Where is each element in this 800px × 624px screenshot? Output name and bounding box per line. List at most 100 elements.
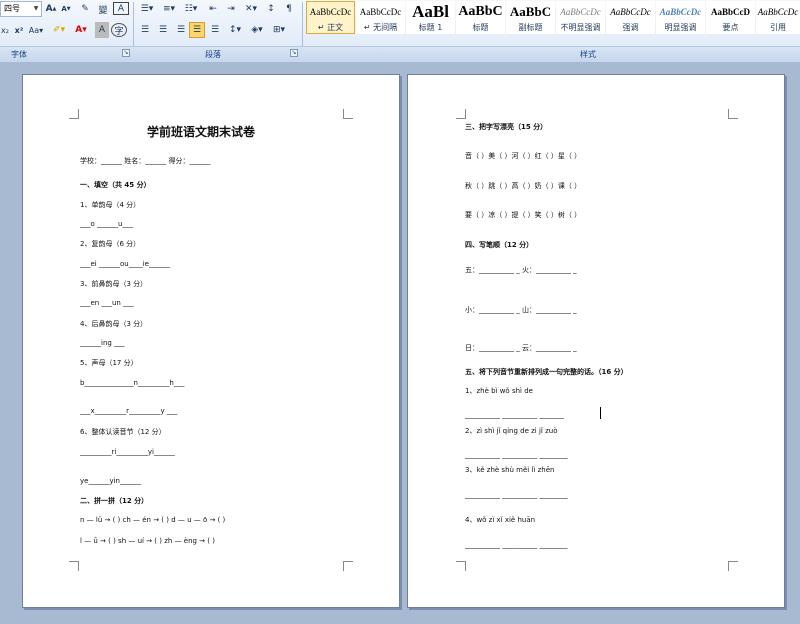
style-quote[interactable]: AaBbCcDc 引用 (756, 1, 800, 34)
style-name: 副标题 (518, 23, 543, 32)
style-sample: AaBbCcD (710, 7, 750, 17)
margin-mark (456, 561, 466, 571)
chevron-down-icon[interactable]: ▼ (31, 2, 41, 16)
question-line: 6、整体认读音节（12 分） (80, 428, 166, 436)
superscript-icon[interactable]: x² (12, 22, 26, 38)
chinese-layout-icon[interactable]: ✕▾ (241, 1, 261, 17)
distributed-icon[interactable]: ☰ (207, 22, 223, 38)
page-2[interactable]: 三、把字写漂亮（15 分） 音（ ）美（ ）河（ ）红（ ）星（ ） 秋（ ）跳… (407, 74, 785, 608)
section-heading: 二、拼一拼（12 分） (80, 497, 149, 505)
pinyin-line: 4、wǒ zì xǐ xiě huān (465, 516, 536, 524)
style-heading-1[interactable]: AaBl 标题 1 (406, 1, 455, 34)
style-no-spacing[interactable]: AaBbCcDc ↵ 无间隔 (356, 1, 405, 34)
style-sample: AaBbCcDc (309, 7, 352, 17)
margin-mark (456, 109, 466, 119)
change-case-icon[interactable]: Aa▾ (27, 22, 45, 38)
question-line: 1、单韵母（4 分） (80, 201, 141, 209)
style-sample: AaBbCcDc (359, 7, 402, 17)
answer-line: ___x_________r_________y ___ (80, 407, 178, 415)
shading-icon[interactable]: ◈▾ (247, 22, 267, 38)
answer-line: ye______yin______ (80, 477, 141, 485)
paragraph-dialog-launcher-icon[interactable]: ↘ (290, 49, 298, 57)
font-size-select[interactable]: 四号 ▼ (0, 1, 42, 17)
answer-line: ___o ______u___ (80, 220, 133, 228)
question-line: 3、前鼻韵母（3 分） (80, 280, 148, 288)
section-heading: 五、将下列音节重新排列成一句完整的话。（16 分） (465, 368, 628, 376)
char-shading-icon[interactable]: A (95, 22, 109, 38)
answer-line: _________ri_________yi______ (80, 448, 175, 456)
exam-title: 学前班语文期末试卷 (147, 125, 256, 139)
clear-format-icon[interactable]: ✎ (77, 1, 93, 17)
question-line: 2、复韵母（6 分） (80, 240, 141, 248)
align-right-icon[interactable]: ☰ (173, 22, 189, 38)
char-border-icon[interactable]: A (113, 2, 129, 15)
style-normal[interactable]: AaBbCcDc ↵ 正文 (306, 1, 355, 34)
pinyin-line: 2、zì shì jǐ qíng de zì jǐ zuò (465, 427, 558, 435)
pinyin-line: l — ǜ → ( ) sh — uí → ( ) zh — èng → ( ) (80, 537, 215, 545)
question-line: 4、后鼻韵母（3 分） (80, 320, 148, 328)
style-name: 强调 (622, 23, 639, 32)
subscript-icon[interactable]: x₂ (0, 22, 10, 38)
font-dialog-launcher-icon[interactable]: ↘ (122, 49, 130, 57)
style-sample: AaBbC (458, 4, 503, 19)
style-name: ↵ 无间隔 (363, 23, 398, 32)
styles-group-label: 样式 (580, 50, 596, 59)
font-group-label: 字体 (11, 50, 27, 59)
paragraph-group-label: 段落 (205, 50, 221, 59)
decrease-indent-icon[interactable]: ⇤ (205, 1, 221, 17)
style-name: ↵ 正文 (317, 23, 344, 32)
ribbon-group-labels: 字体 段落 样式 (0, 46, 800, 62)
pinyin-line: n — lü → ( ) ch — én → ( ) d — u — ō → (… (80, 516, 226, 524)
numbering-icon[interactable]: ≡▾ (159, 1, 179, 17)
style-title[interactable]: AaBbC 标题 (456, 1, 505, 34)
increase-indent-icon[interactable]: ⇥ (223, 1, 239, 17)
style-name: 要点 (722, 23, 739, 32)
text-cursor (600, 407, 601, 419)
font-color-icon[interactable]: A▾ (71, 22, 91, 38)
enclose-char-icon[interactable]: 字 (111, 23, 127, 37)
style-emphasis[interactable]: AaBbCcDc 强调 (606, 1, 655, 34)
style-strong[interactable]: AaBbCcD 要点 (706, 1, 755, 34)
bullets-icon[interactable]: ☰▾ (137, 1, 157, 17)
page-1[interactable]: 学前班语文期末试卷 学校：______ 姓名：______ 得分：______ … (22, 74, 400, 608)
style-sample: AaBbC (509, 4, 552, 19)
style-subtitle[interactable]: AaBbC 副标题 (506, 1, 555, 34)
stroke-order-row: 五：__________ _ 火：__________ _ (465, 266, 577, 274)
answer-line: __________ __________ ________ (465, 491, 568, 499)
style-sample: AaBl (412, 2, 449, 21)
pinyin-line: 3、kě zhè shù měi lì zhēn (465, 466, 555, 474)
multilevel-list-icon[interactable]: ☷▾ (181, 1, 201, 17)
style-intense-emphasis[interactable]: AaBbCcDc 明显强调 (656, 1, 705, 34)
answer-line: ___en ___un ___ (80, 299, 134, 307)
align-left-icon[interactable]: ☰ (137, 22, 153, 38)
stroke-order-row: 小：__________ _ 山：__________ _ (465, 306, 577, 314)
show-marks-icon[interactable]: ¶ (281, 1, 297, 17)
answer-line: b______________n_________h___ (80, 379, 185, 387)
justify-icon[interactable]: ☰ (189, 22, 205, 38)
borders-icon[interactable]: ⊞▾ (269, 22, 289, 38)
character-row: 要（ ）凉（ ）提（ ）笑（ ）树（ ） (465, 211, 582, 219)
grow-font-icon[interactable]: A ▲ (44, 1, 58, 17)
sort-icon[interactable]: ↕ (263, 1, 279, 17)
answer-line: __________ __________ ________ (465, 541, 568, 549)
font-size-value: 四号 (4, 4, 20, 13)
character-row: 音（ ）美（ ）河（ ）红（ ）星（ ） (465, 152, 582, 160)
line-spacing-icon[interactable]: ↕▾ (225, 22, 245, 38)
question-line: 5、声母（17 分） (80, 359, 138, 367)
character-row: 秋（ ）跳（ ）高（ ）奶（ ）课（ ） (465, 182, 582, 190)
align-center-icon[interactable]: ☰ (155, 22, 171, 38)
section-heading: 四、写笔顺（12 分） (465, 241, 534, 249)
shrink-font-icon[interactable]: A ▼ (59, 1, 73, 17)
style-sample: AaBbCcDc (610, 7, 651, 17)
phonetic-guide-icon[interactable]: 變 (95, 1, 111, 17)
style-name: 标题 1 (418, 23, 443, 32)
margin-mark (343, 561, 353, 571)
style-sample: AaBbCcDc (560, 7, 601, 17)
margin-mark (69, 561, 79, 571)
highlight-icon[interactable]: ✐▾ (49, 22, 69, 38)
stroke-order-row: 日：__________ _ 云：__________ _ (465, 344, 577, 352)
style-subtle-emphasis[interactable]: AaBbCcDc 不明显强调 (556, 1, 605, 34)
style-name: 明显强调 (664, 23, 697, 32)
style-name: 引用 (770, 23, 786, 32)
style-sample: AaBbCcDc (757, 7, 799, 17)
